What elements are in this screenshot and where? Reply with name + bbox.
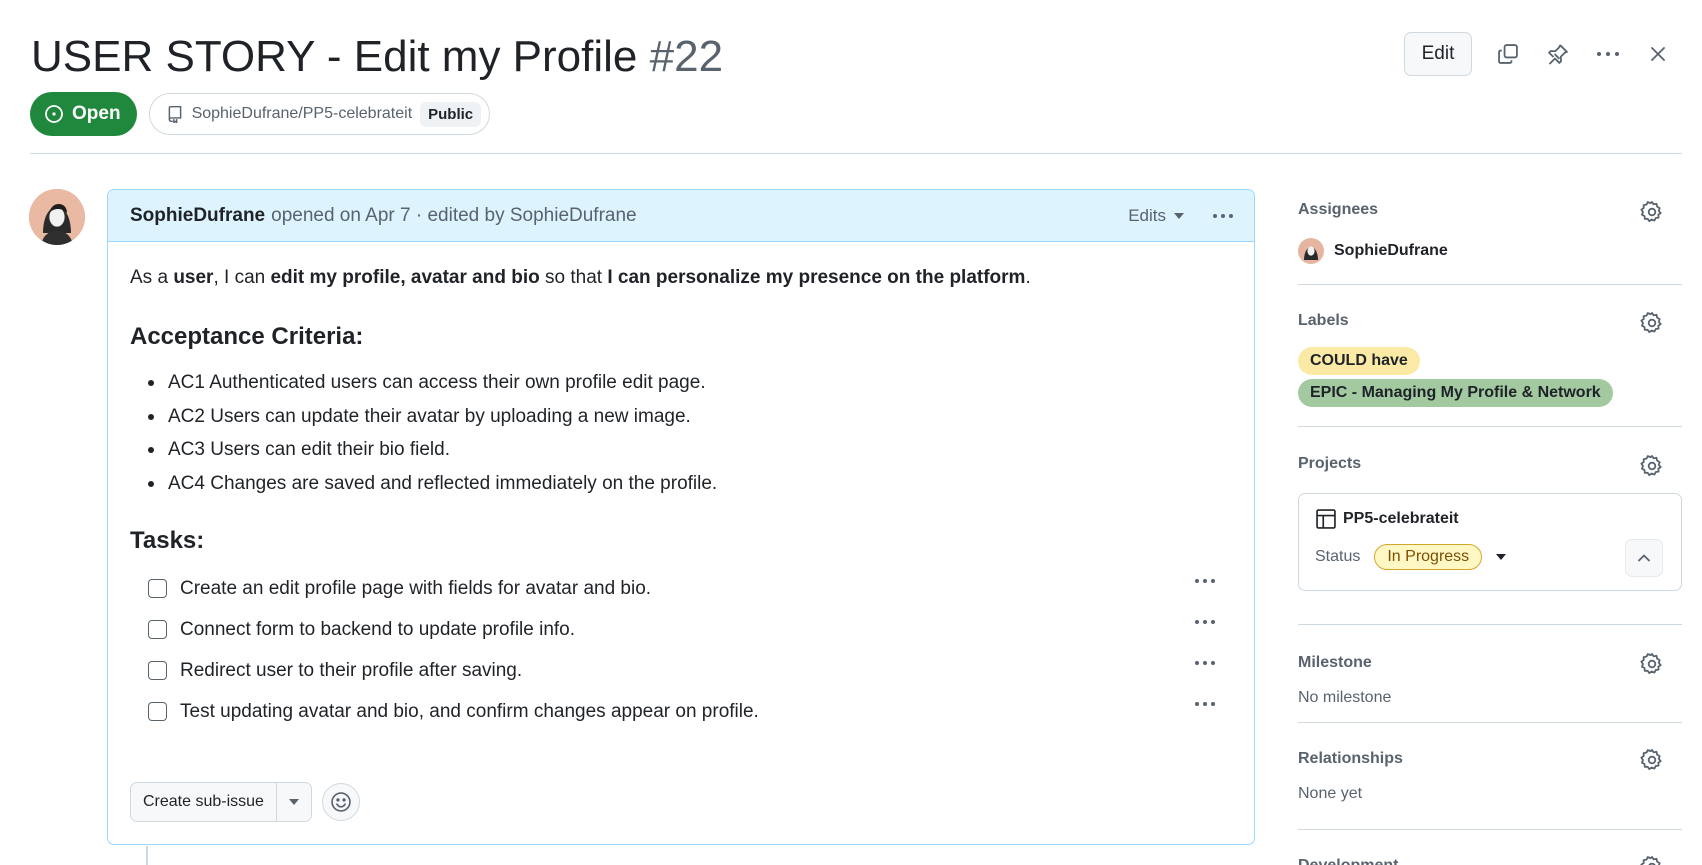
avatar bbox=[1298, 238, 1324, 264]
task-more-icon[interactable] bbox=[1194, 619, 1216, 625]
timeline-connector bbox=[146, 846, 148, 865]
header-divider bbox=[30, 153, 1682, 154]
projects-section: Projects PP5-celebrateit Status In Progr… bbox=[1298, 427, 1682, 625]
status-badge: In Progress bbox=[1374, 544, 1483, 570]
create-sub-issue-dropdown[interactable] bbox=[277, 783, 311, 821]
project-name: PP5-celebrateit bbox=[1343, 510, 1459, 527]
task-more-icon[interactable] bbox=[1194, 660, 1216, 666]
edit-button[interactable]: Edit bbox=[1404, 32, 1472, 76]
gear-icon[interactable] bbox=[1640, 311, 1664, 335]
task-checkbox[interactable] bbox=[148, 579, 167, 598]
task-label: Redirect user to their profile after sav… bbox=[180, 659, 523, 681]
gear-icon[interactable] bbox=[1640, 855, 1664, 865]
gear-icon[interactable] bbox=[1640, 454, 1664, 478]
issue-number: #22 bbox=[649, 32, 724, 81]
task-item: Test updating avatar and bio, and confir… bbox=[130, 691, 1232, 732]
development-section: Development bbox=[1298, 830, 1682, 865]
project-link[interactable]: PP5-celebrateit bbox=[1315, 508, 1665, 530]
task-label: Create an edit profile page with fields … bbox=[180, 577, 652, 599]
gear-icon[interactable] bbox=[1640, 748, 1664, 772]
add-reaction-button[interactable] bbox=[321, 783, 360, 821]
pin-icon[interactable] bbox=[1544, 40, 1572, 68]
user-story-text: As a user, I can edit my profile, avatar… bbox=[130, 267, 1031, 288]
status-badge: Open bbox=[30, 92, 137, 136]
list-item: AC1 Authenticated users can access their… bbox=[146, 366, 1232, 400]
comment-more-icon[interactable] bbox=[1212, 213, 1234, 219]
status-label: Open bbox=[72, 103, 121, 124]
list-item: AC3 Users can edit their bio field. bbox=[146, 433, 1232, 467]
comment-author[interactable]: SophieDufrane bbox=[130, 205, 265, 227]
table-icon bbox=[1316, 509, 1336, 529]
relationships-title: Relationships bbox=[1298, 750, 1403, 767]
chevron-down-icon bbox=[1174, 212, 1184, 219]
milestone-section: Milestone No milestone bbox=[1298, 625, 1682, 723]
task-item: Create an edit profile page with fields … bbox=[130, 568, 1232, 609]
labels-section: Labels COULD have EPIC - Managing My Pro… bbox=[1298, 285, 1682, 427]
more-icon[interactable] bbox=[1594, 40, 1622, 68]
task-item: Redirect user to their profile after sav… bbox=[130, 650, 1232, 691]
projects-title: Projects bbox=[1298, 455, 1362, 472]
header-actions: Edit bbox=[1404, 32, 1672, 76]
task-more-icon[interactable] bbox=[1194, 578, 1216, 584]
relationships-section: Relationships None yet bbox=[1298, 723, 1682, 830]
assignees-section: Assignees SophieDufrane bbox=[1298, 189, 1682, 285]
create-sub-issue-button[interactable]: Create sub-issue bbox=[131, 783, 277, 821]
task-more-icon[interactable] bbox=[1194, 701, 1216, 707]
task-label: Test updating avatar and bio, and confir… bbox=[180, 700, 759, 722]
assignee-name: SophieDufrane bbox=[1334, 242, 1448, 259]
acceptance-heading: Acceptance Criteria: bbox=[130, 323, 364, 350]
comment-footer: Create sub-issue bbox=[130, 782, 360, 822]
development-title: Development bbox=[1298, 857, 1398, 865]
list-item: AC2 Users can update their avatar by upl… bbox=[146, 400, 1232, 434]
project-status-dropdown[interactable]: In Progress bbox=[1374, 544, 1507, 570]
task-checkbox[interactable] bbox=[148, 620, 167, 639]
task-checkbox[interactable] bbox=[148, 661, 167, 680]
label-epic[interactable]: EPIC - Managing My Profile & Network bbox=[1298, 379, 1613, 407]
labels-title: Labels bbox=[1298, 312, 1349, 329]
repo-link[interactable]: SophieDufrane/PP5-celebrateit Public bbox=[148, 93, 491, 135]
issue-title: USER STORY - Edit my Profile bbox=[31, 32, 638, 81]
label-could-have[interactable]: COULD have bbox=[1298, 347, 1420, 375]
project-card: PP5-celebrateit Status In Progress bbox=[1298, 493, 1682, 591]
edits-dropdown[interactable]: Edits bbox=[1128, 206, 1184, 226]
smiley-icon bbox=[331, 792, 351, 812]
chevron-down-icon bbox=[288, 799, 299, 805]
repo-name: SophieDufrane/PP5-celebrateit bbox=[191, 105, 413, 122]
gear-icon[interactable] bbox=[1640, 652, 1664, 676]
acceptance-list: AC1 Authenticated users can access their… bbox=[130, 366, 1232, 500]
assignee-item[interactable]: SophieDufrane bbox=[1298, 238, 1448, 264]
tasks-heading: Tasks: bbox=[130, 527, 205, 554]
project-status-row: Status In Progress bbox=[1315, 544, 1665, 570]
visibility-badge: Public bbox=[420, 101, 482, 127]
issue-open-icon bbox=[45, 105, 63, 123]
project-status-label: Status bbox=[1315, 548, 1361, 565]
task-list: Create an edit profile page with fields … bbox=[130, 568, 1232, 732]
issue-title-row: USER STORY - Edit my Profile #22 bbox=[31, 28, 723, 86]
repo-icon bbox=[168, 105, 181, 123]
issue-state-row: Open SophieDufrane/PP5-celebrateit Publi… bbox=[30, 92, 491, 136]
chevron-up-icon bbox=[1638, 554, 1650, 562]
chevron-down-icon bbox=[1496, 554, 1507, 560]
task-label: Connect form to backend to update profil… bbox=[180, 618, 576, 640]
issue-sidebar: Assignees SophieDufrane Labels COULD hav… bbox=[1298, 189, 1682, 865]
comment-body: As a user, I can edit my profile, avatar… bbox=[108, 242, 1254, 732]
list-item: AC4 Changes are saved and reflected imme… bbox=[146, 467, 1232, 501]
task-checkbox[interactable] bbox=[148, 702, 167, 721]
milestone-title: Milestone bbox=[1298, 654, 1372, 671]
close-icon[interactable] bbox=[1644, 40, 1672, 68]
assignees-title: Assignees bbox=[1298, 201, 1379, 218]
copy-icon[interactable] bbox=[1494, 40, 1522, 68]
relationships-value: None yet bbox=[1298, 785, 1363, 802]
edits-label: Edits bbox=[1128, 205, 1166, 225]
create-sub-issue-split-button: Create sub-issue bbox=[130, 782, 312, 822]
issue-body-comment: SophieDufrane opened on Apr 7 · edited b… bbox=[107, 189, 1255, 845]
gear-icon[interactable] bbox=[1640, 200, 1664, 224]
collapse-project-button[interactable] bbox=[1625, 539, 1663, 577]
comment-header: SophieDufrane opened on Apr 7 · edited b… bbox=[108, 190, 1254, 242]
task-item: Connect form to backend to update profil… bbox=[130, 609, 1232, 650]
comment-meta: opened on Apr 7 · edited by SophieDufran… bbox=[271, 204, 637, 226]
milestone-value: No milestone bbox=[1298, 689, 1392, 706]
avatar[interactable] bbox=[29, 189, 85, 245]
